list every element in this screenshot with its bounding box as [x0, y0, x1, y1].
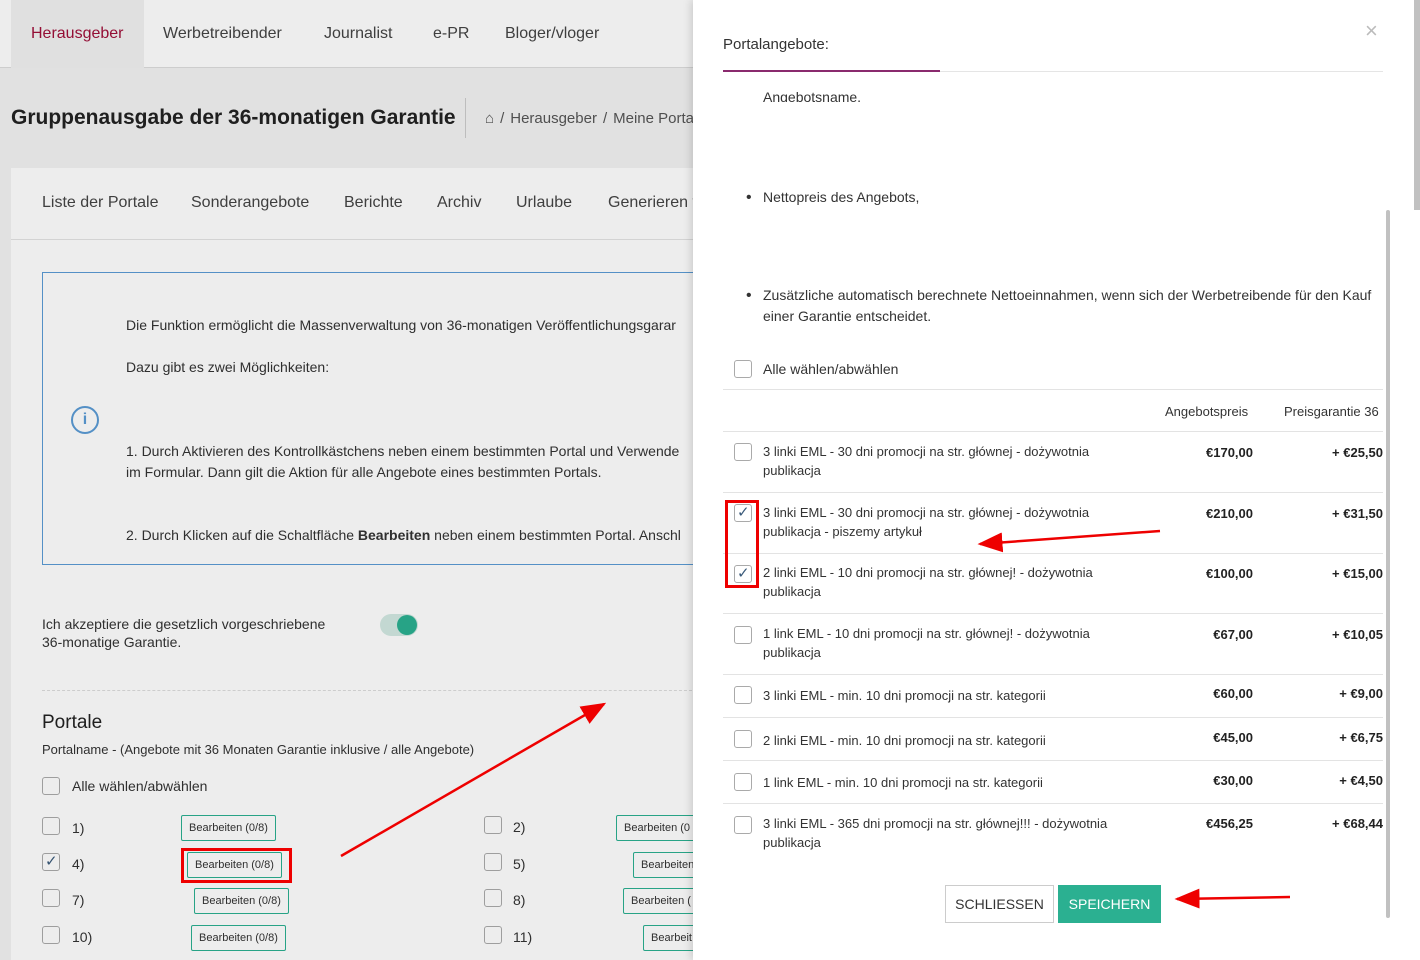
offer-price: €60,00 [1213, 686, 1253, 701]
offer-price: €67,00 [1213, 627, 1253, 642]
offer-name: 1 link EML - min. 10 dni promocji na str… [763, 775, 1043, 790]
offer-row[interactable]: 2 linki EML - 10 dni promocji na str. gł… [723, 554, 1383, 614]
offer-price: €100,00 [1206, 566, 1253, 581]
offer-price: €45,00 [1213, 730, 1253, 745]
offer-row[interactable]: 1 link EML - 10 dni promocji na str. głó… [723, 614, 1383, 675]
offer-name: 3 linki EML - 30 dni promocji na str. gł… [763, 444, 1090, 478]
offer-guarantee-price: + €15,00 [1332, 566, 1383, 581]
offer-checkbox[interactable] [734, 443, 752, 461]
close-button[interactable]: SCHLIESSEN [945, 885, 1054, 923]
offer-row[interactable]: 3 linki EML - 365 dni promocji na str. g… [723, 804, 1383, 864]
offer-price: €170,00 [1206, 445, 1253, 460]
panel-title-underline [723, 70, 940, 72]
offer-checkbox[interactable] [734, 773, 752, 791]
offer-row[interactable]: 3 linki EML - min. 10 dni promocji na st… [723, 675, 1383, 718]
close-icon[interactable]: × [1365, 18, 1378, 44]
offer-guarantee-price: + €9,00 [1339, 686, 1383, 701]
bullet-net-price: Nettopreis des Angebots, [746, 187, 1373, 208]
offer-name: 2 linki EML - 10 dni promocji na str. gł… [763, 565, 1093, 599]
column-header-guarantee: Preisgarantie 36 [1284, 404, 1379, 419]
save-button[interactable]: SPEICHERN [1058, 885, 1161, 923]
panel-header: Portalangebote: [723, 0, 1383, 72]
offer-checkbox[interactable] [734, 730, 752, 748]
offer-guarantee-price: + €4,50 [1339, 773, 1383, 788]
offers-select-all-label: Alle wählen/abwählen [763, 361, 899, 377]
offers-select-all-checkbox[interactable] [734, 360, 752, 378]
offer-guarantee-price: + €68,44 [1332, 816, 1383, 831]
offer-checkbox[interactable] [734, 626, 752, 644]
page-scrollbar[interactable] [1414, 0, 1420, 210]
offer-name: 3 linki EML - 365 dni promocji na str. g… [763, 816, 1108, 850]
offer-row[interactable]: 2 linki EML - min. 10 dni promocji na st… [723, 718, 1383, 761]
offer-row[interactable]: 3 linki EML - 30 dni promocji na str. gł… [723, 432, 1383, 493]
offer-guarantee-price: + €6,75 [1339, 730, 1383, 745]
offer-name: 1 link EML - 10 dni promocji na str. głó… [763, 626, 1090, 660]
offer-guarantee-price: + €25,50 [1332, 445, 1383, 460]
offer-guarantee-price: + €10,05 [1332, 627, 1383, 642]
offer-name: 2 linki EML - min. 10 dni promocji na st… [763, 733, 1046, 748]
bullet-cut-off: Angebotsname, [763, 90, 862, 102]
offer-checkbox[interactable] [734, 816, 752, 834]
annotation-highlight-box [725, 500, 759, 588]
offer-guarantee-price: + €31,50 [1332, 506, 1383, 521]
offer-row[interactable]: 1 link EML - min. 10 dni promocji na str… [723, 761, 1383, 804]
bullet-additional-income: Zusätzliche automatisch berechnete Netto… [746, 285, 1373, 327]
offer-price: €30,00 [1213, 773, 1253, 788]
offer-price: €456,25 [1206, 816, 1253, 831]
offer-name: 3 linki EML - min. 10 dni promocji na st… [763, 688, 1046, 703]
offer-name: 3 linki EML - 30 dni promocji na str. gł… [763, 505, 1090, 539]
offer-row[interactable]: 3 linki EML - 30 dni promocji na str. gł… [723, 493, 1383, 554]
portal-offers-panel: Portalangebote: × Angebotsname, Nettopre… [693, 0, 1420, 960]
panel-scrollbar[interactable] [1386, 210, 1390, 918]
column-header-price: Angebotspreis [1165, 404, 1249, 419]
panel-title: Portalangebote: [723, 36, 829, 53]
offer-price: €210,00 [1206, 506, 1253, 521]
annotation-highlight-box [181, 848, 292, 883]
offers-select-all-row: Alle wählen/abwählen [723, 350, 1383, 390]
offer-checkbox[interactable] [734, 686, 752, 704]
